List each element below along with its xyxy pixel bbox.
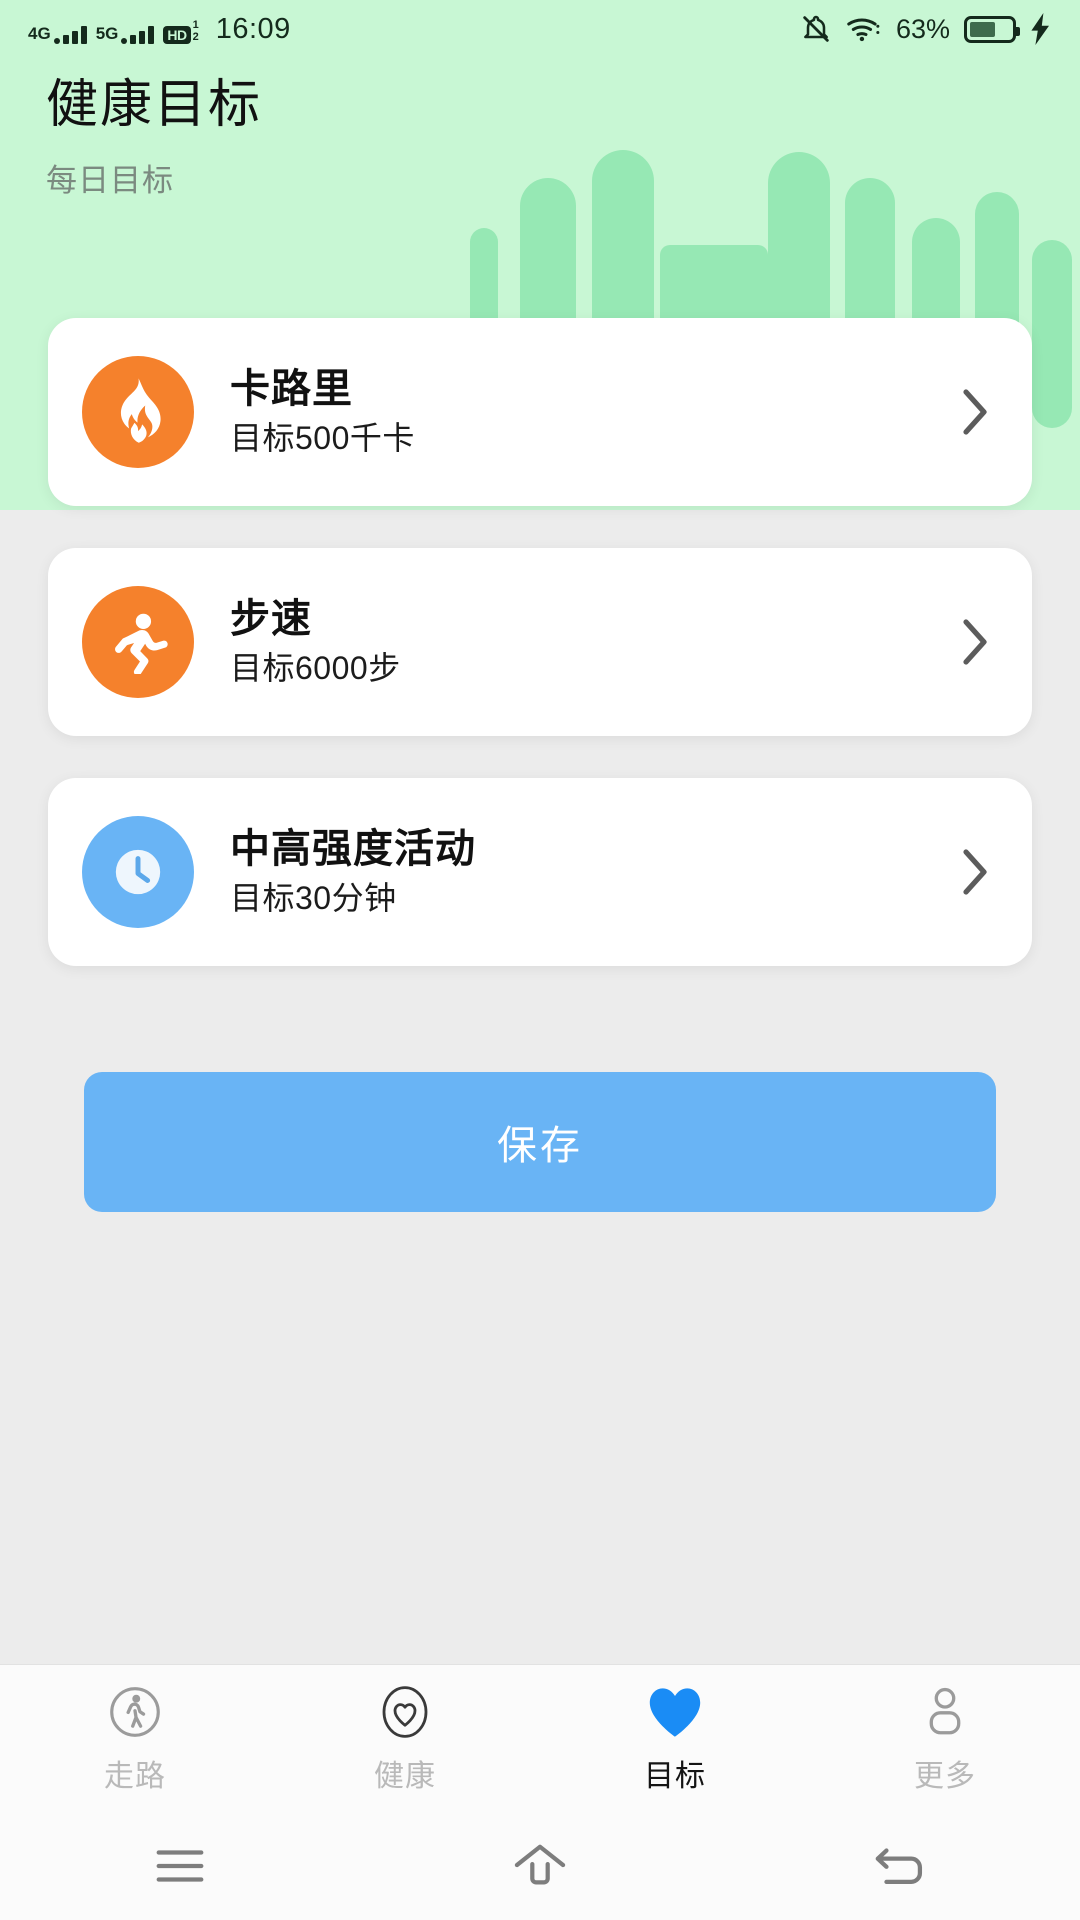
tab-walk[interactable]: 走路 xyxy=(0,1665,270,1812)
goal-card-activity[interactable]: 中高强度活动 目标30分钟 xyxy=(48,778,1032,966)
bottom-tab-bar: 走路 健康 目标 更多 xyxy=(0,1664,1080,1812)
chevron-right-icon[interactable] xyxy=(954,388,998,436)
heart-outline-icon xyxy=(378,1683,432,1741)
tab-more[interactable]: 更多 xyxy=(810,1665,1080,1812)
signal-bars-4g xyxy=(53,25,87,44)
tab-label: 健康 xyxy=(374,1759,436,1793)
clock-icon xyxy=(82,816,194,928)
battery-icon xyxy=(964,15,1020,43)
status-bar: 4G 5G HD 1 2 16:09 63% xyxy=(0,0,1080,58)
hd-sub-bottom: 2 xyxy=(192,30,199,43)
tab-goals[interactable]: 目标 xyxy=(540,1665,810,1812)
flame-icon xyxy=(82,356,194,468)
goal-card-calories[interactable]: 卡路里 目标500千卡 xyxy=(48,318,1032,506)
goal-card-subtitle: 目标30分钟 xyxy=(230,880,397,917)
tab-label: 走路 xyxy=(104,1759,166,1793)
chevron-right-icon[interactable] xyxy=(954,618,998,666)
recents-menu-icon[interactable] xyxy=(0,1844,360,1888)
goal-card-steps[interactable]: 步速 目标6000步 xyxy=(48,548,1032,736)
signal-bars-5g xyxy=(121,25,155,44)
bell-muted-icon xyxy=(803,15,829,42)
save-button[interactable]: 保存 xyxy=(84,1072,996,1212)
goal-card-title: 卡路里 xyxy=(230,367,353,412)
page-title: 健康目标 xyxy=(46,76,263,134)
home-icon[interactable] xyxy=(360,1841,720,1891)
tab-label: 目标 xyxy=(644,1759,706,1793)
hd-voice-icon: HD 1 2 xyxy=(163,20,199,44)
network-4g-label: 4G xyxy=(28,23,51,43)
goal-card-subtitle: 目标500千卡 xyxy=(230,420,415,457)
person-icon xyxy=(920,1683,970,1741)
system-navigation-bar xyxy=(0,1812,1080,1920)
goal-card-subtitle: 目标6000步 xyxy=(230,650,401,687)
chevron-right-icon[interactable] xyxy=(954,848,998,896)
wifi-icon xyxy=(847,18,880,42)
network-5g-label: 5G xyxy=(95,23,119,43)
back-icon[interactable] xyxy=(720,1842,1080,1890)
running-person-icon xyxy=(82,586,194,698)
heart-filled-icon xyxy=(645,1683,705,1741)
signal-5g: 5G xyxy=(96,25,155,44)
battery-percent-label: 63% xyxy=(895,13,950,44)
hd-badge-label: HD xyxy=(163,25,191,44)
signal-4g: 4G xyxy=(28,25,87,44)
walking-person-circle-icon xyxy=(108,1683,162,1741)
status-clock: 16:09 xyxy=(215,12,291,45)
goal-card-title: 中高强度活动 xyxy=(230,827,476,872)
page-subtitle: 每日目标 xyxy=(46,163,174,198)
tab-health[interactable]: 健康 xyxy=(270,1665,540,1812)
tab-label: 更多 xyxy=(914,1759,976,1793)
goal-card-title: 步速 xyxy=(230,597,312,642)
charging-bolt-icon xyxy=(1031,13,1049,45)
phone-screen: 4G 5G HD 1 2 16:09 63% 健康目标 每日目标 卡路里 目标5… xyxy=(0,0,1080,1920)
